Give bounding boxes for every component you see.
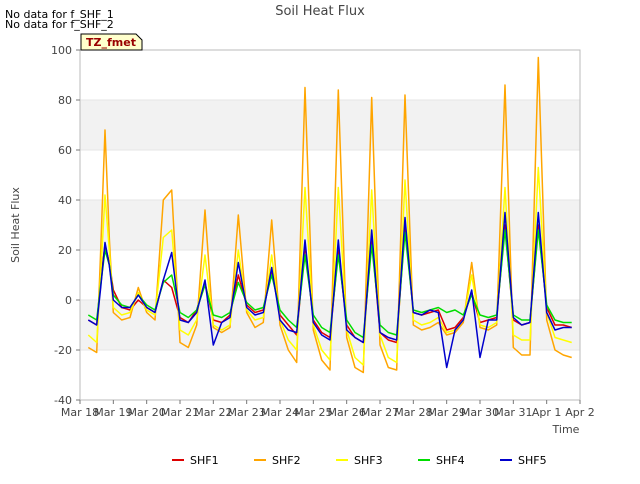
y-axis-label: Soil Heat Flux (9, 187, 22, 263)
legend-label-shf3: SHF3 (354, 454, 383, 467)
x-tick-label: Apr 1 (532, 406, 562, 419)
soil-heat-flux-chart: No data for f_SHF_1 No data for f_SHF_2 … (5, 4, 595, 467)
y-tick-label: 40 (58, 194, 72, 207)
chart-title: Soil Heat Flux (275, 4, 365, 19)
y-tick-label: 20 (58, 244, 72, 257)
y-tick-label: 80 (58, 94, 72, 107)
legend-label-shf4: SHF4 (436, 454, 465, 467)
legend-label-shf1: SHF1 (190, 454, 219, 467)
y-axis-ticks: -40-20020406080100 (51, 44, 80, 407)
tag-box: TZ_fmet (80, 33, 143, 51)
tag-label: TZ_fmet (86, 36, 136, 49)
x-axis-ticks: Mar 18Mar 19Mar 20Mar 21Mar 22Mar 23Mar … (61, 400, 595, 419)
y-tick-label: -20 (54, 344, 72, 357)
x-axis-label: Time (552, 423, 580, 436)
y-tick-label: 100 (51, 44, 72, 57)
legend-label-shf2: SHF2 (272, 454, 301, 467)
legend: SHF1 SHF2 SHF3 SHF4 SHF5 (172, 454, 547, 467)
y-tick-label: 60 (58, 144, 72, 157)
y-tick-label: 0 (65, 294, 72, 307)
legend-label-shf5: SHF5 (518, 454, 547, 467)
x-tick-label: Apr 2 (565, 406, 595, 419)
x-tick-label: Mar 31 (494, 406, 532, 419)
no-data-note-2: No data for f_SHF_2 (5, 18, 114, 31)
